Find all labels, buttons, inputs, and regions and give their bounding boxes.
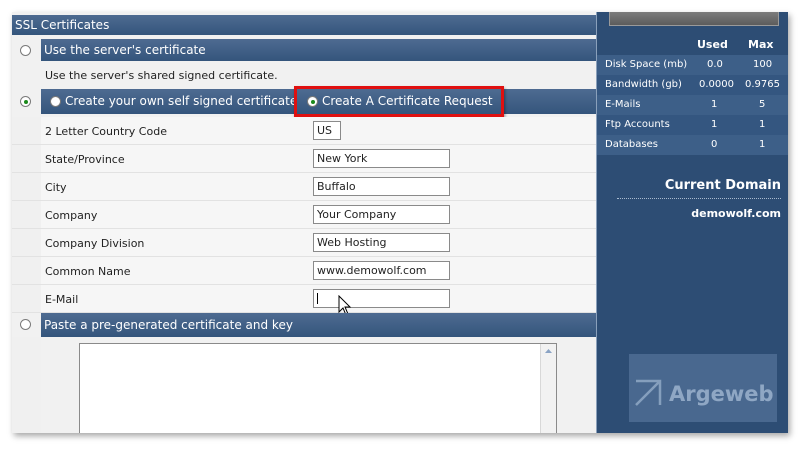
form-row-common-name: Common Name www.demowolf.com — [12, 257, 596, 285]
use-server-cert-desc: Use the server's shared signed certifica… — [45, 69, 278, 82]
stat-row-disk: Disk Space (mb) 0.0 100 — [597, 55, 788, 75]
form-row-division: Company Division Web Hosting — [12, 229, 596, 257]
form-row-city: City Buffalo — [12, 173, 596, 201]
self-signed-label: Create your own self signed certificate — [65, 94, 298, 108]
argeweb-logo-text: Argeweb — [669, 382, 774, 406]
use-server-cert-bar: Use the server's certificate — [41, 39, 596, 61]
stat-max: 5 — [759, 99, 766, 110]
scroll-up-icon[interactable] — [541, 344, 556, 359]
stat-name: Ftp Accounts — [605, 119, 670, 130]
stat-used: 0.0000 — [699, 79, 734, 90]
country-code-label: 2 Letter Country Code — [45, 125, 167, 138]
self-signed-radio[interactable] — [50, 96, 61, 107]
email-input[interactable] — [313, 289, 450, 308]
form-row-country: 2 Letter Country Code US — [12, 117, 596, 145]
form-row-company: Company Your Company — [12, 201, 596, 229]
stat-used: 0.0 — [707, 59, 723, 70]
stat-row-databases: Databases 0 1 — [597, 135, 788, 155]
current-domain-value: demowolf.com — [691, 207, 781, 220]
argeweb-logo-icon — [635, 379, 662, 406]
argeweb-logo: Argeweb — [629, 354, 777, 422]
ssl-title: SSL Certificates — [15, 18, 110, 32]
stat-max: 1 — [759, 139, 766, 150]
email-label: E-Mail — [45, 293, 79, 306]
cert-request-label: Create A Certificate Request — [322, 94, 493, 108]
paste-cert-label: Paste a pre-generated certificate and ke… — [44, 318, 293, 332]
cert-request-radio[interactable] — [307, 96, 318, 107]
textarea-scrollbar[interactable] — [540, 344, 556, 433]
ssl-section-header: SSL Certificates — [12, 15, 596, 35]
stats-used-header: Used — [697, 38, 728, 51]
state-label: State/Province — [45, 153, 125, 166]
stat-used: 1 — [711, 119, 718, 130]
stat-row-bandwidth: Bandwidth (gb) 0.0000 0.9765 — [597, 75, 788, 95]
stat-name: Disk Space (mb) — [605, 59, 688, 70]
text-caret — [317, 293, 318, 304]
stat-used: 1 — [711, 99, 718, 110]
form-row-state: State/Province New York — [12, 145, 596, 173]
main-panel: SSL Certificates Use the server's certif… — [12, 12, 596, 433]
city-label: City — [45, 181, 67, 194]
certificate-textarea[interactable] — [79, 343, 557, 433]
ssl-page: SSL Certificates Use the server's certif… — [12, 12, 788, 433]
stat-name: Databases — [605, 139, 658, 150]
stat-name: E-Mails — [605, 99, 641, 110]
self-signed-group-radio[interactable] — [20, 96, 31, 107]
paste-cert-left-cell — [12, 337, 41, 433]
stats-max-header: Max — [748, 38, 774, 51]
stat-row-emails: E-Mails 1 5 — [597, 95, 788, 115]
company-division-input[interactable]: Web Hosting — [313, 233, 450, 252]
paste-cert-bar: Paste a pre-generated certificate and ke… — [41, 313, 596, 337]
city-input[interactable]: Buffalo — [313, 177, 450, 196]
form-row-email: E-Mail — [12, 285, 596, 313]
use-server-cert-label: Use the server's certificate — [44, 43, 206, 57]
state-input[interactable]: New York — [313, 149, 450, 168]
current-domain-divider — [617, 198, 781, 199]
country-code-input[interactable]: US — [313, 121, 341, 140]
sidebar-top-box — [609, 12, 779, 26]
sidebar: Used Max Disk Space (mb) 0.0 100 Bandwid… — [596, 12, 788, 433]
use-server-cert-radio[interactable] — [20, 45, 31, 56]
stat-max: 0.9765 — [745, 79, 780, 90]
common-name-input[interactable]: www.demowolf.com — [313, 261, 450, 280]
stat-name: Bandwidth (gb) — [605, 79, 682, 90]
company-label: Company — [45, 209, 98, 222]
company-input[interactable]: Your Company — [313, 205, 450, 224]
stat-row-ftp: Ftp Accounts 1 1 — [597, 115, 788, 135]
company-division-label: Company Division — [45, 237, 145, 250]
stat-max: 1 — [759, 119, 766, 130]
paste-cert-radio[interactable] — [20, 319, 31, 330]
stat-max: 100 — [753, 59, 773, 70]
stat-used: 0 — [711, 139, 718, 150]
cert-request-highlight: Create A Certificate Request — [294, 86, 504, 117]
current-domain-title: Current Domain — [664, 178, 781, 193]
common-name-label: Common Name — [45, 265, 131, 278]
